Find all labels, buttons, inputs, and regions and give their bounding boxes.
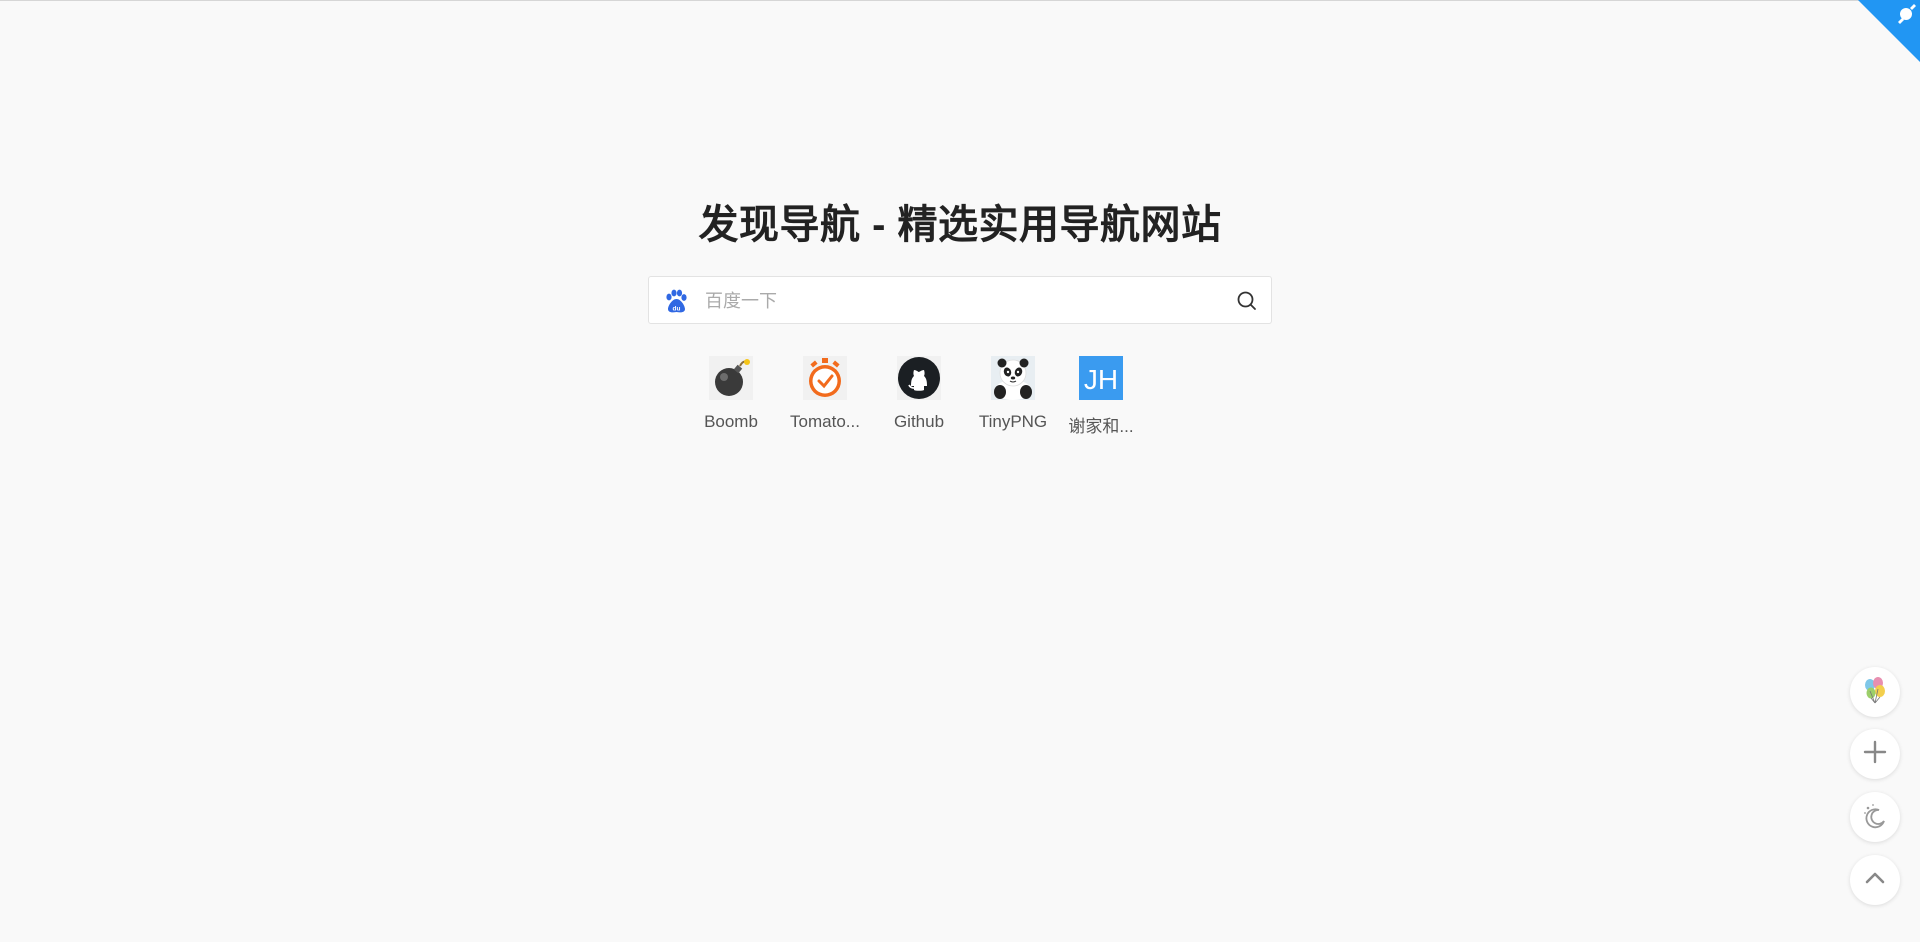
stopwatch-icon: [803, 356, 847, 400]
shortcut-label: Tomato...: [790, 412, 860, 431]
bomb-icon: [709, 356, 753, 400]
baidu-paw-icon[interactable]: du: [663, 288, 689, 314]
balloons-icon: [1860, 675, 1890, 710]
page: 发现导航 - 精选实用导航网站 du 百度一下 Boomb Tomato... …: [0, 0, 1920, 942]
svg-text:du: du: [673, 306, 681, 313]
jh-logo-icon: JH: [1079, 356, 1123, 400]
add-button[interactable]: [1850, 729, 1900, 779]
panda-icon: [991, 356, 1035, 400]
plus-icon: [1862, 739, 1888, 770]
moon-icon: [1861, 801, 1889, 834]
github-icon: [897, 356, 941, 400]
page-title: 发现导航 - 精选实用导航网站: [698, 203, 1222, 247]
jh-logo-text: JH: [1084, 364, 1118, 395]
shortcut-label: Boomb: [704, 412, 758, 431]
balloons-button[interactable]: [1850, 667, 1900, 717]
github-corner-link[interactable]: [1858, 0, 1920, 62]
scroll-top-button[interactable]: [1850, 855, 1900, 905]
shortcut-github[interactable]: Github: [874, 356, 964, 432]
shortcut-tinypng[interactable]: TinyPNG: [968, 356, 1058, 432]
search-icon[interactable]: [1235, 289, 1259, 313]
search-box: du: [648, 276, 1272, 325]
shortcut-tomato[interactable]: Tomato...: [780, 356, 870, 432]
search-input[interactable]: [703, 277, 1207, 325]
chevron-up-icon: [1862, 865, 1888, 896]
shortcut-label: TinyPNG: [978, 412, 1048, 431]
shortcut-label: 谢家和...: [1068, 417, 1134, 436]
shortcut-jh[interactable]: JH 谢家和...: [1056, 356, 1146, 437]
shortcut-label: Github: [893, 412, 945, 431]
dark-mode-toggle[interactable]: [1850, 792, 1900, 842]
shortcut-boomb[interactable]: Boomb: [686, 356, 776, 432]
